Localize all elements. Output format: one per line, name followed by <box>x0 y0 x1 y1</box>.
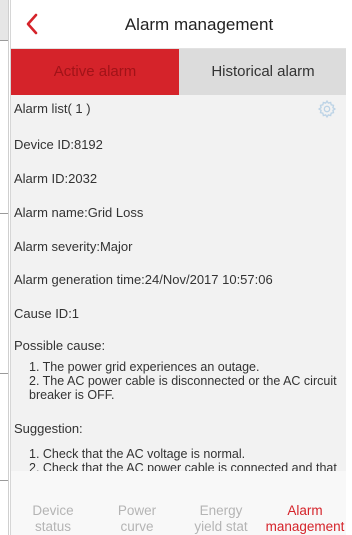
nav-label: Device <box>32 503 74 518</box>
header-bar: Alarm management <box>11 0 346 49</box>
possible-cause-label: Possible cause: <box>14 338 106 353</box>
alarm-generation-time: Alarm generation time:24/Nov/2017 10:57:… <box>14 272 273 287</box>
back-button[interactable] <box>17 9 47 39</box>
nav-label: Alarm <box>287 503 323 518</box>
device-id: Device ID:8192 <box>14 137 103 152</box>
possible-cause-item: 1. The power grid experiences an outage. <box>29 360 260 374</box>
suggestion-label: Suggestion: <box>14 421 83 436</box>
app-screen: Alarm management Active alarm Historical… <box>10 0 346 535</box>
nav-energy-yield-stat[interactable]: Energy yield stat <box>179 503 263 535</box>
nav-label: curve <box>120 519 154 534</box>
document-margin <box>0 0 9 535</box>
alarm-severity: Alarm severity:Major <box>14 239 133 254</box>
margin-rule <box>0 373 8 374</box>
alarm-tabs: Active alarm Historical alarm <box>11 49 346 95</box>
nav-label: Power <box>117 503 157 518</box>
cause-id: Cause ID:1 <box>14 306 80 321</box>
nav-label: yield stat <box>194 519 248 534</box>
alarm-details: Alarm list( 1 ) Device ID:8192 Alarm ID:… <box>11 95 346 489</box>
margin-shade <box>0 0 8 40</box>
nav-label: management <box>265 519 345 534</box>
alarm-list-count: Alarm list( 1 ) <box>14 101 91 116</box>
alarm-id: Alarm ID:2032 <box>14 171 98 186</box>
document-margin-right <box>346 0 352 535</box>
possible-cause-item: 2. The AC power cable is disconnected or… <box>29 374 337 402</box>
suggestion-item: 1. Check that the AC voltage is normal. <box>29 447 246 461</box>
nav-device-status[interactable]: Device status <box>11 503 95 535</box>
margin-rule <box>0 40 8 41</box>
nav-label: Energy <box>199 503 243 518</box>
nav-alarm-management[interactable]: Alarm management <box>263 503 346 535</box>
alarm-name: Alarm name:Grid Loss <box>14 205 144 220</box>
nav-power-curve[interactable]: Power curve <box>95 503 179 535</box>
page-title: Alarm management <box>124 15 274 34</box>
margin-rule <box>0 213 8 214</box>
tab-historical-alarm[interactable]: Historical alarm <box>179 49 346 95</box>
nav-label: status <box>34 519 72 534</box>
chevron-left-icon <box>26 13 38 35</box>
bottom-navigation: Device status Power curve Energy yield s… <box>11 471 346 535</box>
margin-rule <box>0 480 8 481</box>
tab-active-alarm[interactable]: Active alarm <box>11 49 179 95</box>
gear-icon[interactable] <box>317 99 337 119</box>
